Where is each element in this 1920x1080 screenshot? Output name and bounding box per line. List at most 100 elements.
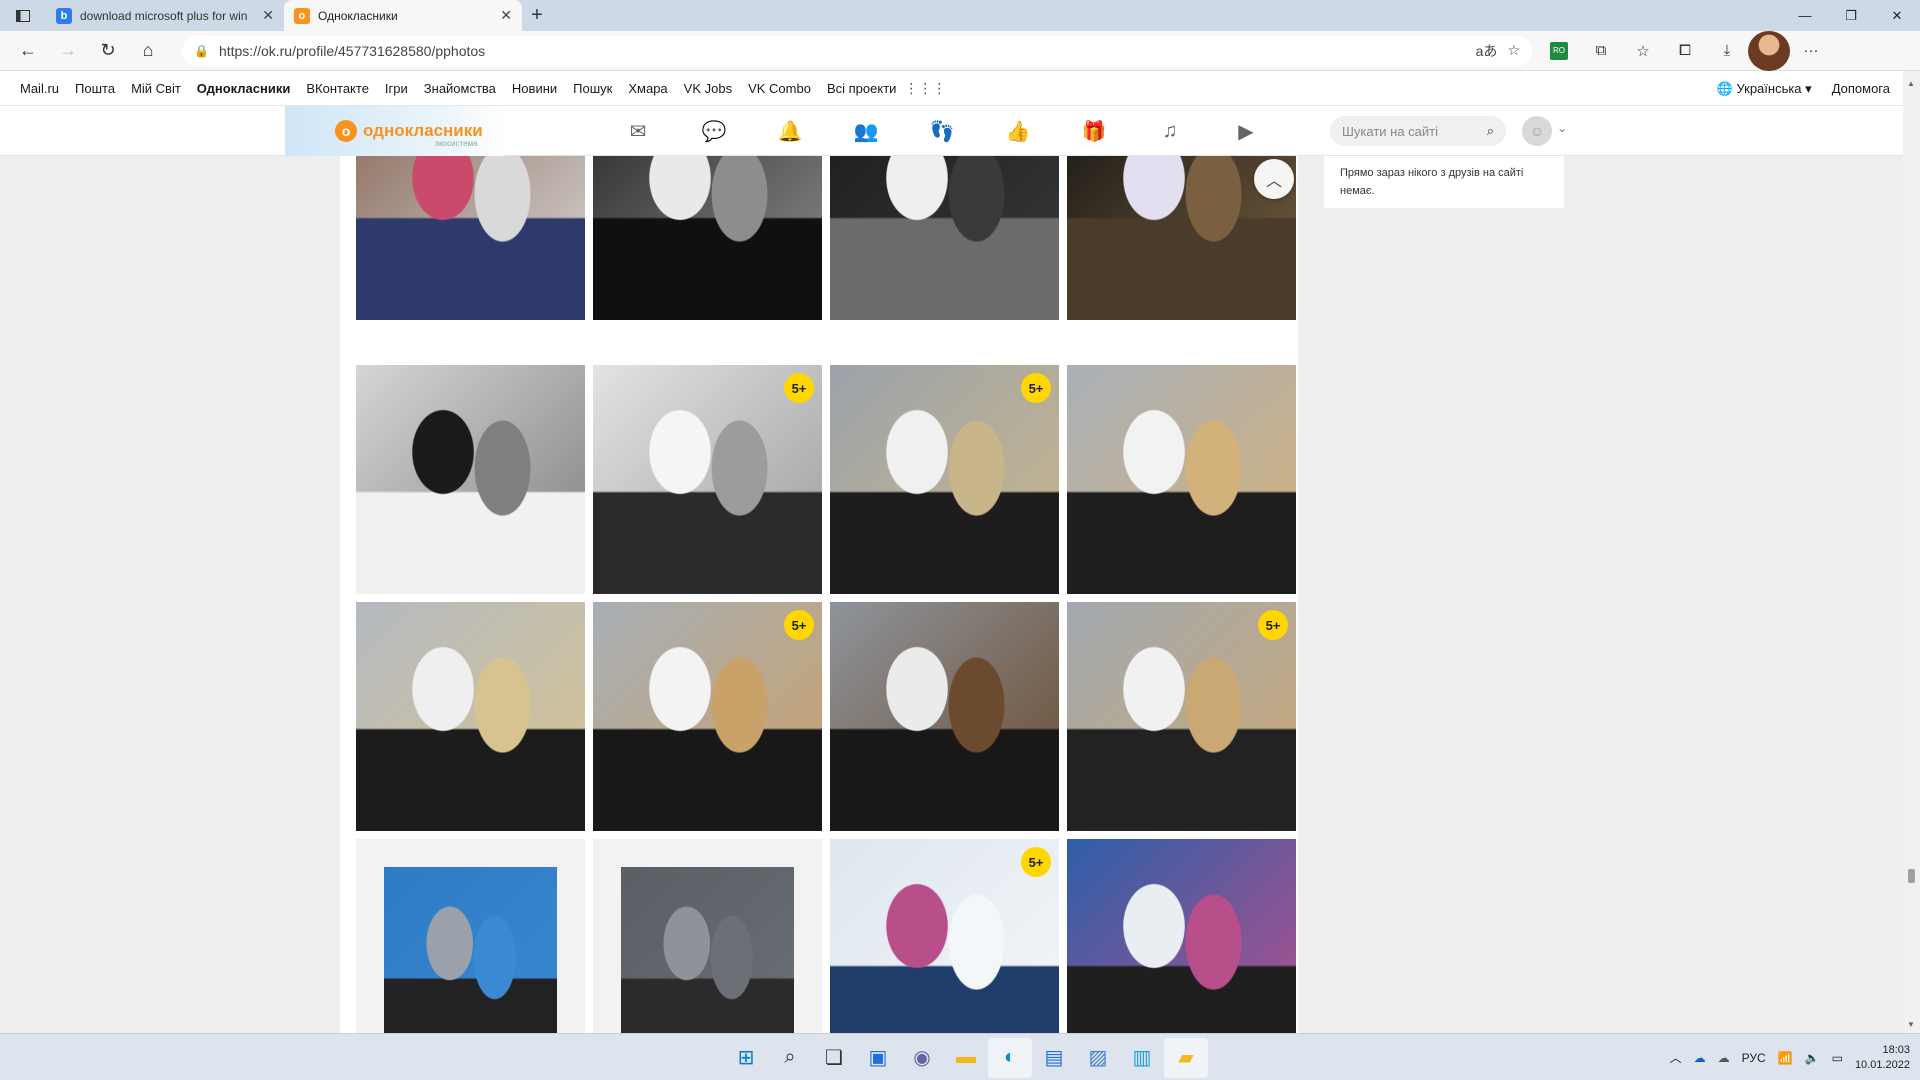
portal-link-vkjobs[interactable]: VK Jobs [684, 81, 732, 96]
store-icon[interactable]: ▤ [1032, 1038, 1076, 1078]
volume-icon[interactable]: 🔈 [1805, 1051, 1820, 1065]
mail-icon[interactable]: ✉ [600, 119, 676, 144]
tray-overflow-icon[interactable]: ︿ [1670, 1049, 1682, 1066]
url-text[interactable]: https://ok.ru/profile/457731628580/pphot… [219, 43, 1466, 59]
photo-thumbnail[interactable] [593, 839, 822, 1033]
friends-icon[interactable]: 👥 [828, 119, 904, 144]
language-selector[interactable]: 🌐 Українська ▾ [1717, 81, 1812, 97]
video-icon[interactable]: ▶ [1208, 119, 1284, 144]
portal-link-news[interactable]: Новини [512, 81, 557, 96]
restore-icon[interactable]: ❐ [1828, 0, 1874, 31]
portal-link-ok[interactable]: Однокласники [197, 81, 291, 96]
lock-icon[interactable]: 🔒 [194, 44, 209, 58]
gifts-icon[interactable]: 🎁 [1056, 119, 1132, 144]
favorites-icon[interactable]: ☆ [1622, 31, 1664, 71]
help-link[interactable]: Допомога [1832, 81, 1890, 96]
scroll-down-arrow-icon[interactable]: ▼ [1907, 1020, 1915, 1029]
ok-search-input[interactable] [1342, 123, 1472, 139]
photo-thumbnail[interactable]: 5+ [593, 365, 822, 594]
extension-ro-icon[interactable]: RO [1538, 31, 1580, 71]
ok-logo[interactable]: о однокласники экосистема [285, 106, 505, 156]
home-icon[interactable]: ⌂ [128, 31, 168, 71]
close-tab-icon[interactable]: ✕ [262, 7, 274, 24]
folder-app-icon[interactable]: ▰ [1164, 1037, 1208, 1078]
photo-thumbnail[interactable] [1067, 839, 1296, 1033]
downloads-icon[interactable]: ⤓ [1706, 31, 1748, 71]
photo-thumbnail[interactable] [830, 156, 1059, 320]
close-window-icon[interactable]: ✕ [1874, 0, 1920, 31]
read-aloud-icon[interactable]: aあ [1476, 41, 1498, 61]
clock[interactable]: 18:03 10.01.2022 [1855, 1043, 1910, 1073]
close-tab-icon[interactable]: ✕ [500, 7, 512, 24]
tab-actions-icon[interactable] [0, 0, 46, 31]
collections-icon[interactable]: ⧠ [1664, 31, 1706, 71]
tab-bing-search[interactable]: b download microsoft plus for win ✕ [46, 0, 284, 31]
photo-thumbnail[interactable]: 5+ [830, 839, 1059, 1033]
portal-link-myworld[interactable]: Мій Світ [131, 81, 181, 96]
apps-grid-icon[interactable]: ⋮⋮⋮ [904, 80, 946, 97]
portal-link-mail[interactable]: Пошта [75, 81, 115, 96]
photo-thumbnail[interactable] [830, 602, 1059, 831]
portal-link-vkcombo[interactable]: VK Combo [748, 81, 811, 96]
portal-link-all-projects[interactable]: Всі проекти [827, 81, 896, 96]
windows-start-icon[interactable]: ⊞ [724, 1038, 768, 1078]
photo-image [1067, 839, 1296, 1033]
portal-link-cloud[interactable]: Хмара [628, 81, 667, 96]
scroll-to-top-button[interactable]: ︿ [1254, 159, 1294, 199]
portal-link-dating[interactable]: Знайомства [424, 81, 496, 96]
profile-avatar[interactable] [1748, 30, 1790, 71]
edge-icon[interactable]: ◐ [988, 1037, 1032, 1078]
battery-icon[interactable]: ▭ [1832, 1051, 1843, 1065]
new-tab-button[interactable]: + [522, 0, 552, 31]
photo-thumbnail[interactable] [356, 365, 585, 594]
photo-thumbnail[interactable] [356, 156, 585, 320]
chat-icon[interactable]: 💬 [676, 119, 752, 144]
search-icon[interactable]: ⌕ [768, 1038, 812, 1078]
spreadsheet-icon[interactable]: ▥ [1120, 1038, 1164, 1078]
onedrive-icon[interactable]: ☁ [1694, 1051, 1706, 1065]
more-menu-icon[interactable]: ··· [1790, 31, 1832, 71]
photo-thumbnail[interactable]: 5+ [593, 602, 822, 831]
scrollbar-thumb[interactable] [1908, 869, 1915, 883]
portal-link-vk[interactable]: ВКонтакте [306, 81, 369, 96]
scroll-up-arrow-icon[interactable]: ▲ [1907, 79, 1915, 88]
photo-thumbnail[interactable] [593, 156, 822, 320]
favorite-star-icon[interactable]: ☆ [1507, 42, 1520, 59]
forward-icon[interactable]: → [48, 31, 88, 71]
photos-app-icon[interactable]: ▨ [1076, 1038, 1120, 1078]
page-scrollbar[interactable]: ▲ ▼ [1903, 71, 1920, 1033]
back-icon[interactable]: ← [8, 31, 48, 71]
minimize-icon[interactable]: — [1782, 0, 1828, 31]
wifi-icon[interactable]: 📶 [1778, 1051, 1793, 1065]
photo-thumbnail[interactable] [356, 602, 585, 831]
portal-link-games[interactable]: Ігри [385, 81, 408, 96]
widgets-icon[interactable]: ▣ [856, 1038, 900, 1078]
search-icon[interactable]: ⌕ [1487, 123, 1494, 139]
chevron-down-icon[interactable]: ⌄ [1557, 121, 1567, 135]
portal-link-mailru[interactable]: Mail.ru [20, 81, 59, 96]
teams-chat-icon[interactable]: ◉ [900, 1038, 944, 1078]
tab-odnoklassniki[interactable]: о Однокласники ✕ [284, 0, 522, 31]
portal-link-search[interactable]: Пошук [573, 81, 612, 96]
guests-icon[interactable]: 👣 [904, 119, 980, 144]
input-language[interactable]: РУС [1742, 1051, 1766, 1065]
file-explorer-icon[interactable]: ▬ [944, 1038, 988, 1078]
task-view-icon[interactable]: ❏ [812, 1038, 856, 1078]
clock-time: 18:03 [1882, 1043, 1910, 1056]
extensions-icon[interactable]: ⧉ [1580, 31, 1622, 71]
globe-icon: 🌐 [1716, 80, 1733, 96]
music-icon[interactable]: ♫ [1132, 120, 1208, 143]
photo-thumbnail[interactable] [356, 839, 585, 1033]
cloud-icon[interactable]: ☁ [1718, 1051, 1730, 1065]
browser-toolbar: ← → ↻ ⌂ 🔒 https://ok.ru/profile/45773162… [0, 30, 1920, 71]
photo-thumbnail[interactable]: 5+ [1067, 602, 1296, 831]
refresh-icon[interactable]: ↻ [88, 31, 128, 71]
ok-search-box[interactable]: ⌕ [1330, 116, 1506, 146]
toolbar-extensions: RO ⧉ ☆ ⧠ ⤓ ··· [1538, 30, 1832, 71]
user-avatar[interactable]: ☺ [1522, 116, 1552, 146]
like-icon[interactable]: 👍 [980, 119, 1056, 144]
bell-icon[interactable]: 🔔 [752, 119, 828, 144]
photo-thumbnail[interactable] [1067, 365, 1296, 594]
photo-thumbnail[interactable]: 5+ [830, 365, 1059, 594]
address-bar[interactable]: 🔒 https://ok.ru/profile/457731628580/pph… [182, 35, 1532, 66]
